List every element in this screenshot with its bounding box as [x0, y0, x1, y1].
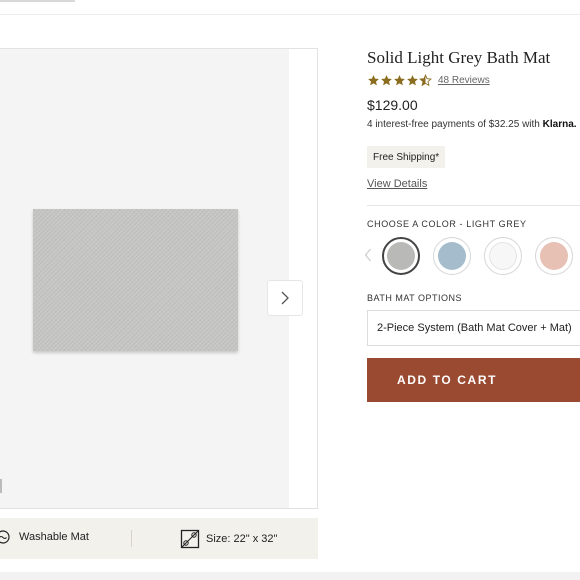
klarna-logo[interactable]: Klarna.	[543, 119, 577, 130]
swatch-blush-fill	[540, 242, 568, 270]
swatch-white-fill	[489, 242, 517, 270]
product-price: $129.00	[367, 97, 418, 113]
feature-washable: Washable Mat	[0, 530, 89, 544]
rating-row[interactable]: 48 Reviews	[367, 74, 490, 87]
installment-text: 4 interest-free payments of $32.25 with	[367, 119, 540, 130]
add-to-cart-label: ADD TO CART	[396, 373, 498, 387]
swatch-light-grey[interactable]	[382, 237, 420, 275]
feature-washable-label: Washable Mat	[19, 531, 89, 543]
star-icon	[368, 75, 379, 86]
top-tab-indicator	[0, 0, 75, 2]
product-image	[33, 209, 238, 351]
chevron-right-icon	[281, 291, 289, 305]
feature-divider	[131, 530, 132, 547]
chevron-left-icon	[364, 248, 371, 262]
swatch-blush[interactable]	[535, 237, 573, 275]
gallery-next-button[interactable]	[267, 280, 303, 316]
half-star-icon	[419, 74, 432, 87]
swatch-prev-button[interactable]	[364, 248, 372, 267]
star-icon	[381, 75, 392, 86]
free-shipping-badge: Free Shipping*	[367, 146, 446, 168]
feature-size: Size: 22" x 32"	[180, 529, 277, 549]
gallery-thumbnail-edge[interactable]	[0, 479, 2, 493]
feature-size-label: Size: 22" x 32"	[206, 533, 278, 545]
header-divider	[0, 14, 580, 15]
reviews-link[interactable]: 48 Reviews	[438, 75, 490, 86]
view-details-link[interactable]: View Details	[367, 178, 427, 190]
size-icon	[180, 529, 200, 549]
star-icon	[394, 75, 405, 86]
page-bottom-edge	[0, 572, 580, 580]
product-title: Solid Light Grey Bath Mat	[367, 48, 551, 67]
star-rating	[367, 74, 432, 87]
swatch-light-blue-fill	[438, 242, 466, 270]
swatch-white[interactable]	[484, 237, 522, 275]
star-icon	[407, 75, 418, 86]
installment-info: 4 interest-free payments of $32.25 with …	[367, 119, 577, 130]
product-gallery	[0, 48, 318, 509]
add-to-cart-button[interactable]: ADD TO CART	[367, 358, 580, 402]
options-label: BATH MAT OPTIONS	[367, 293, 463, 303]
swatch-light-blue[interactable]	[433, 237, 471, 275]
section-divider	[367, 205, 580, 206]
features-bar: Washable Mat Size: 22" x 32"	[0, 518, 318, 559]
washable-icon	[0, 530, 10, 544]
color-label: CHOOSE A COLOR - LIGHT GREY	[367, 219, 527, 229]
bath-mat-options-select[interactable]: 2-Piece System (Bath Mat Cover + Mat)	[367, 310, 580, 346]
swatch-light-grey-fill	[387, 242, 415, 270]
